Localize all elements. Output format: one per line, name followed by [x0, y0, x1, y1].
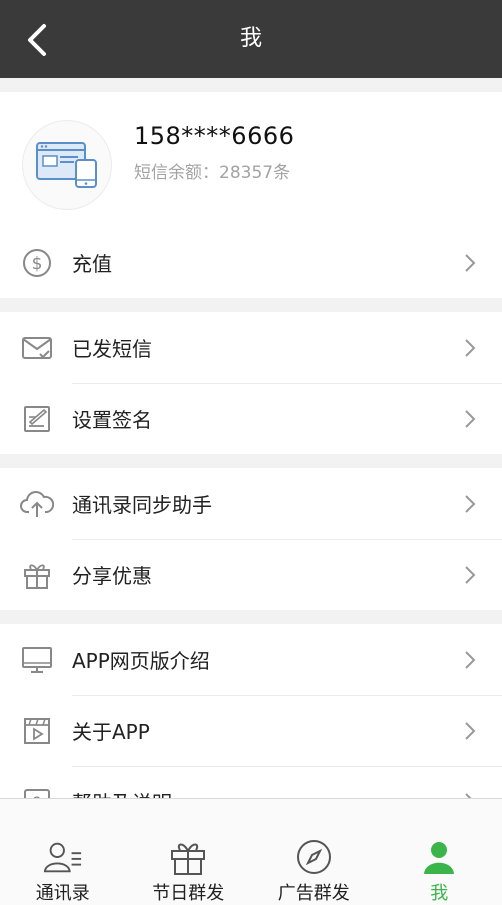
menu-group-sms: 已发短信 设置签名	[0, 312, 502, 454]
sms-balance-value: 28357条	[219, 163, 290, 183]
dollar-icon: $	[20, 246, 54, 280]
tab-me[interactable]: 我	[377, 799, 502, 905]
help-icon: ?	[20, 785, 54, 799]
gift-icon	[20, 558, 54, 592]
tab-label-contacts: 通讯录	[0, 879, 126, 905]
chevron-right-icon	[464, 494, 476, 514]
menu-label-help: 帮助及说明	[72, 787, 172, 798]
menu-item-web-intro[interactable]: APP网页版介绍	[0, 624, 502, 695]
tab-label-holiday: 节日群发	[126, 879, 252, 905]
tab-ads[interactable]: 广告群发	[251, 799, 377, 905]
menu-label-web-intro: APP网页版介绍	[72, 645, 210, 674]
bottom-tab-bar: 通讯录 节日群发 广告群发 我	[0, 798, 502, 905]
chevron-right-icon	[464, 253, 476, 273]
menu-label-contacts-sync: 通讯录同步助手	[72, 489, 212, 518]
menu-label-about: 关于APP	[72, 716, 150, 745]
tab-label-me: 我	[377, 879, 502, 905]
menu-item-recharge[interactable]: $ 充值	[0, 227, 502, 298]
contacts-icon	[43, 837, 83, 877]
compass-icon	[294, 837, 334, 877]
menu-label-signature: 设置签名	[72, 404, 152, 433]
mail-check-icon	[20, 331, 54, 365]
content-scroll[interactable]: 158****6666 短信余额：28357条 $ 充值	[0, 78, 502, 798]
menu-item-signature[interactable]: 设置签名	[0, 383, 502, 454]
chevron-right-icon	[464, 565, 476, 585]
menu-group-tools: 通讯录同步助手 分享优惠	[0, 468, 502, 610]
sms-balance: 短信余额：28357条	[134, 158, 290, 183]
menu-label-recharge: 充值	[72, 248, 112, 277]
chevron-right-icon	[464, 409, 476, 429]
user-icon	[419, 837, 459, 877]
menu-group-info: APP网页版介绍 关于APP ?	[0, 624, 502, 798]
top-bar: 我	[0, 0, 502, 78]
menu-item-help[interactable]: ? 帮助及说明	[0, 766, 502, 798]
signature-icon	[20, 402, 54, 436]
menu-item-contacts-sync[interactable]: 通讯录同步助手	[0, 468, 502, 539]
chevron-right-icon	[464, 721, 476, 741]
cloud-upload-icon	[20, 487, 54, 521]
phone-number: 158****6666	[134, 122, 294, 150]
monitor-icon	[20, 643, 54, 677]
svg-text:$: $	[32, 254, 43, 274]
gift-icon	[168, 837, 208, 877]
tab-label-ads: 广告群发	[251, 879, 377, 905]
page-title: 我	[0, 0, 502, 78]
menu-item-about[interactable]: 关于APP	[0, 695, 502, 766]
menu-label-share: 分享优惠	[72, 560, 152, 589]
tab-contacts[interactable]: 通讯录	[0, 799, 126, 905]
video-icon	[20, 714, 54, 748]
sms-balance-label: 短信余额：	[134, 163, 219, 183]
menu-label-sent-sms: 已发短信	[72, 333, 152, 362]
menu-group-account: $ 充值	[0, 227, 502, 298]
menu-item-sent-sms[interactable]: 已发短信	[0, 312, 502, 383]
chevron-right-icon	[464, 338, 476, 358]
devices-icon	[36, 142, 98, 188]
tab-holiday[interactable]: 节日群发	[126, 799, 252, 905]
chevron-right-icon	[464, 650, 476, 670]
avatar	[22, 120, 112, 210]
menu-item-share[interactable]: 分享优惠	[0, 539, 502, 610]
